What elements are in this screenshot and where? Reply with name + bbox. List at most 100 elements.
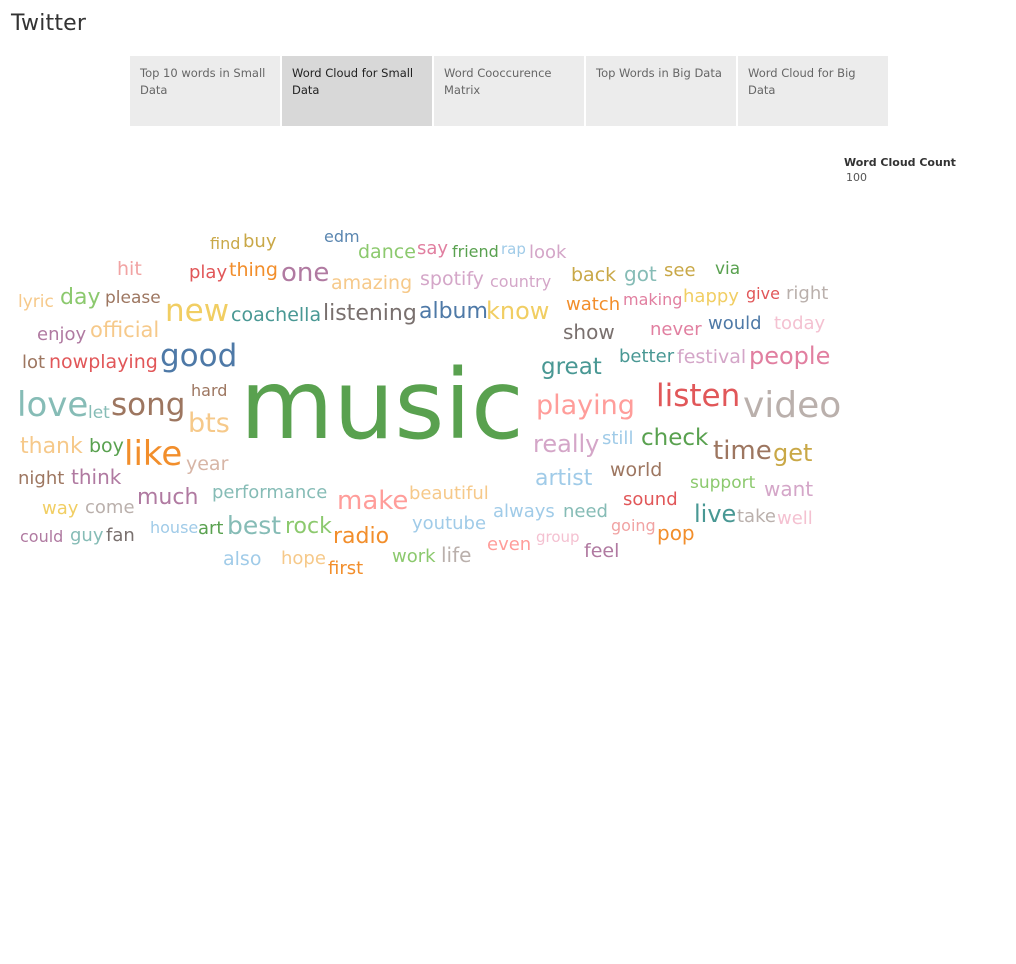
word-cloud-word[interactable]: performance bbox=[212, 484, 327, 502]
word-cloud-word[interactable]: need bbox=[563, 503, 608, 521]
word-cloud-word[interactable]: hard bbox=[191, 383, 227, 399]
word-cloud-word[interactable]: get bbox=[773, 441, 812, 465]
word-cloud-word[interactable]: great bbox=[541, 356, 602, 379]
word-cloud-word[interactable]: friend bbox=[452, 244, 499, 260]
word-cloud-word[interactable]: always bbox=[493, 503, 555, 521]
word-cloud-word[interactable]: live bbox=[694, 502, 736, 526]
word-cloud-word[interactable]: think bbox=[71, 467, 121, 487]
word-cloud-word[interactable]: take bbox=[737, 508, 776, 526]
word-cloud-word[interactable]: world bbox=[610, 461, 662, 480]
word-cloud-word[interactable]: find bbox=[210, 236, 240, 252]
word-cloud-word[interactable]: want bbox=[764, 479, 813, 499]
word-cloud-word[interactable]: going bbox=[611, 518, 656, 534]
word-cloud-word[interactable]: art bbox=[198, 520, 224, 538]
word-cloud-word[interactable]: boy bbox=[89, 437, 124, 456]
word-cloud-word[interactable]: know bbox=[486, 299, 549, 323]
word-cloud-word[interactable]: support bbox=[690, 475, 755, 492]
word-cloud-word[interactable]: play bbox=[189, 264, 227, 282]
word-cloud-word[interactable]: song bbox=[111, 390, 185, 421]
word-cloud-word[interactable]: listen bbox=[656, 381, 740, 412]
word-cloud-word[interactable]: via bbox=[715, 261, 740, 278]
word-cloud-word[interactable]: love bbox=[17, 388, 88, 422]
word-cloud-word[interactable]: right bbox=[786, 285, 828, 303]
word-cloud-word[interactable]: today bbox=[774, 315, 825, 333]
word-cloud-word[interactable]: way bbox=[42, 500, 78, 518]
word-cloud-word[interactable]: give bbox=[746, 286, 780, 302]
word-cloud-word[interactable]: could bbox=[20, 529, 63, 545]
word-cloud-word[interactable]: night bbox=[18, 470, 64, 488]
word-cloud-word[interactable]: house bbox=[150, 520, 198, 536]
word-cloud-word[interactable]: listening bbox=[323, 303, 417, 325]
word-cloud-word[interactable]: would bbox=[708, 315, 762, 333]
word-cloud-word[interactable]: feel bbox=[584, 542, 619, 561]
word-cloud-word[interactable]: back bbox=[571, 266, 616, 285]
word-cloud-word[interactable]: dance bbox=[358, 243, 416, 262]
word-cloud-word[interactable]: music bbox=[240, 357, 524, 453]
word-cloud-word[interactable]: first bbox=[328, 560, 363, 578]
word-cloud-word[interactable]: hit bbox=[117, 260, 142, 279]
word-cloud-word[interactable]: like bbox=[124, 437, 182, 471]
word-cloud-word[interactable]: new bbox=[165, 296, 229, 327]
word-cloud-word[interactable]: come bbox=[85, 499, 135, 517]
word-cloud-word[interactable]: bts bbox=[188, 410, 230, 437]
word-cloud-word[interactable]: time bbox=[713, 438, 772, 464]
word-cloud-word[interactable]: make bbox=[337, 488, 408, 514]
word-cloud-word[interactable]: thank bbox=[20, 436, 83, 458]
word-cloud-word[interactable]: sound bbox=[623, 491, 678, 509]
word-cloud-word[interactable]: amazing bbox=[331, 274, 412, 293]
word-cloud-word[interactable]: people bbox=[749, 344, 830, 368]
word-cloud-word[interactable]: better bbox=[619, 348, 674, 366]
word-cloud-word[interactable]: making bbox=[623, 292, 682, 308]
word-cloud-word[interactable]: see bbox=[664, 262, 696, 280]
word-cloud-word[interactable]: look bbox=[529, 244, 566, 262]
word-cloud-word[interactable]: happy bbox=[683, 288, 739, 306]
word-cloud-word[interactable]: spotify bbox=[420, 270, 484, 289]
word-cloud-word[interactable]: check bbox=[641, 427, 708, 450]
word-cloud-word[interactable]: guy bbox=[70, 527, 104, 545]
word-cloud-word[interactable]: rap bbox=[501, 242, 526, 257]
word-cloud-word[interactable]: radio bbox=[333, 526, 389, 548]
word-cloud-word[interactable]: say bbox=[417, 240, 448, 258]
word-cloud-word[interactable]: edm bbox=[324, 229, 360, 245]
word-cloud-word[interactable]: thing bbox=[229, 261, 278, 280]
word-cloud-word[interactable]: lyric bbox=[18, 294, 54, 311]
word-cloud-word[interactable]: one bbox=[281, 260, 329, 286]
word-cloud-word[interactable]: playing bbox=[536, 392, 635, 419]
word-cloud-word[interactable]: video bbox=[743, 388, 841, 424]
word-cloud-word[interactable]: well bbox=[777, 510, 813, 528]
word-cloud-word[interactable]: show bbox=[563, 322, 615, 342]
word-cloud-word[interactable]: country bbox=[490, 274, 551, 290]
word-cloud-word[interactable]: youtube bbox=[412, 515, 486, 533]
word-cloud-word[interactable]: really bbox=[533, 432, 599, 456]
word-cloud-word[interactable]: day bbox=[60, 287, 100, 309]
word-cloud-word[interactable]: nowplaying bbox=[49, 353, 158, 372]
word-cloud-word[interactable]: never bbox=[650, 321, 702, 339]
word-cloud-word[interactable]: even bbox=[487, 536, 531, 554]
word-cloud-word[interactable]: album bbox=[419, 301, 488, 323]
word-cloud-word[interactable]: enjoy bbox=[37, 326, 86, 344]
word-cloud-word[interactable]: festival bbox=[677, 348, 746, 367]
word-cloud-word[interactable]: fan bbox=[106, 527, 135, 545]
word-cloud-word[interactable]: best bbox=[227, 513, 281, 538]
word-cloud-word[interactable]: please bbox=[105, 290, 161, 307]
word-cloud-word[interactable]: pop bbox=[657, 523, 695, 543]
word-cloud-word[interactable]: got bbox=[624, 264, 657, 284]
word-cloud-word[interactable]: buy bbox=[243, 233, 277, 251]
word-cloud-word[interactable]: much bbox=[137, 487, 198, 509]
word-cloud-word[interactable]: work bbox=[392, 548, 436, 566]
word-cloud-word[interactable]: rock bbox=[285, 516, 332, 538]
word-cloud-word[interactable]: coachella bbox=[231, 306, 321, 325]
word-cloud-word[interactable]: year bbox=[186, 455, 228, 474]
word-cloud-word[interactable]: also bbox=[223, 550, 261, 569]
word-cloud-word[interactable]: still bbox=[602, 430, 633, 448]
word-cloud-word[interactable]: watch bbox=[566, 296, 620, 314]
word-cloud-word[interactable]: life bbox=[441, 545, 471, 565]
word-cloud-word[interactable]: lot bbox=[22, 354, 45, 372]
word-cloud-word[interactable]: group bbox=[536, 530, 580, 545]
word-cloud-word[interactable]: let bbox=[88, 405, 110, 422]
word-cloud-word[interactable]: beautiful bbox=[409, 485, 489, 503]
word-cloud-word[interactable]: hope bbox=[281, 550, 326, 568]
word-cloud-word[interactable]: good bbox=[160, 341, 237, 372]
word-cloud-word[interactable]: artist bbox=[535, 468, 592, 490]
word-cloud-word[interactable]: official bbox=[90, 320, 159, 341]
